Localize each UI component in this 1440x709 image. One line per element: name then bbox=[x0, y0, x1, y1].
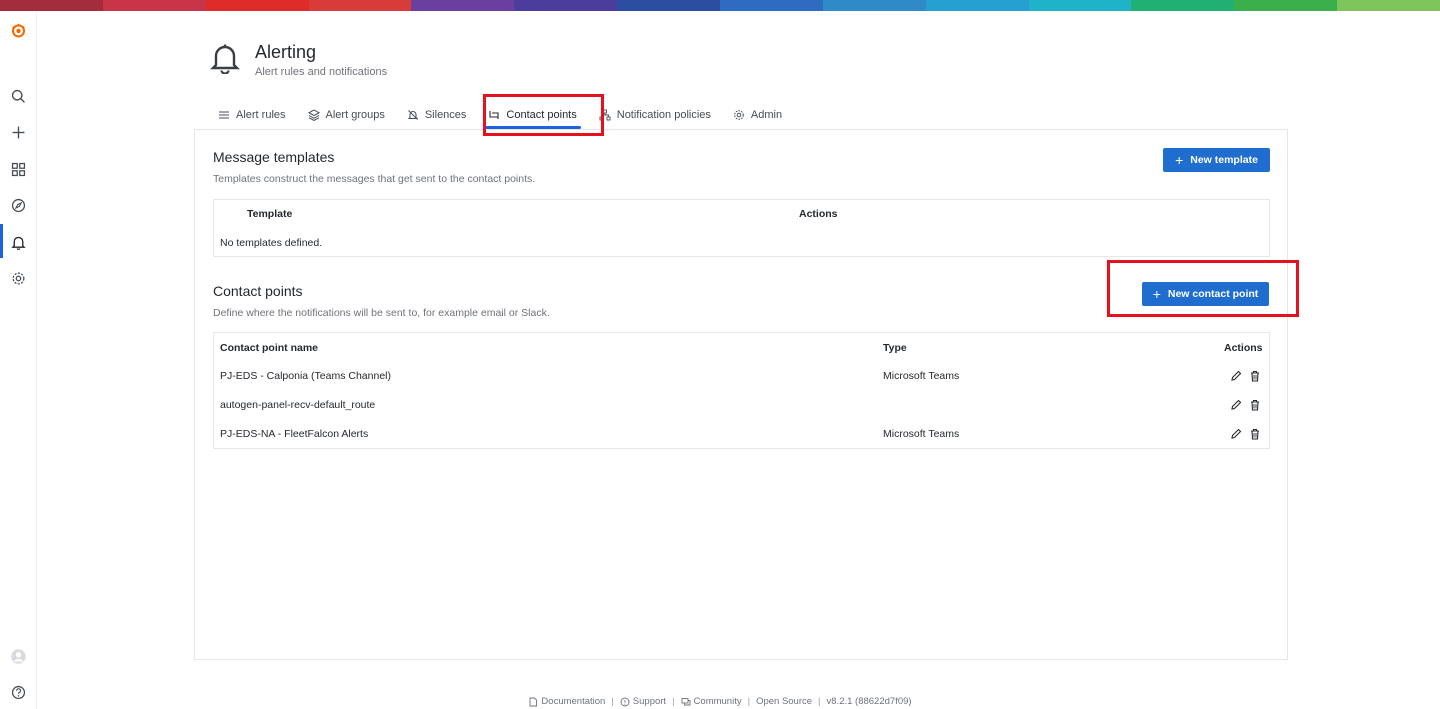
column-header-contact-point-name: Contact point name bbox=[220, 342, 319, 354]
list-icon bbox=[219, 111, 229, 118]
plus-icon[interactable] bbox=[0, 120, 37, 144]
new-contact-point-label: New contact point bbox=[1167, 288, 1259, 300]
cog-icon bbox=[734, 109, 744, 120]
column-header-actions: Actions bbox=[799, 208, 838, 220]
top-color-segment bbox=[205, 0, 309, 11]
footer-separator: | bbox=[672, 696, 675, 707]
alerting-bell-icon bbox=[210, 44, 240, 74]
alerting-tabs: Alert rules Alert groups Silences Contac… bbox=[210, 100, 796, 129]
edit-pencil-icon[interactable] bbox=[1230, 370, 1242, 382]
contact-icon bbox=[489, 110, 499, 119]
contact-points-panel: Message templates Templates construct th… bbox=[194, 129, 1288, 660]
contact-points-description: Define where the notifications will be s… bbox=[213, 307, 550, 319]
top-color-segment bbox=[1337, 0, 1440, 11]
tab-contact-points[interactable]: Contact points bbox=[480, 100, 584, 129]
templates-table: Template Actions No templates defined. bbox=[213, 199, 1270, 257]
alerting-bell-icon[interactable] bbox=[0, 230, 37, 254]
column-header-actions: Actions bbox=[1224, 342, 1263, 354]
side-menu bbox=[0, 11, 37, 709]
contact-points-table: Contact point name Type Actions PJ-EDS -… bbox=[213, 332, 1270, 449]
top-color-segment bbox=[617, 0, 721, 11]
top-color-bar bbox=[0, 0, 1440, 11]
new-contact-point-button[interactable]: + New contact point bbox=[1142, 282, 1269, 306]
footer-community-link[interactable]: Community bbox=[681, 696, 742, 707]
contact-point-name: PJ-EDS - Calponia (Teams Channel) bbox=[220, 370, 391, 382]
plus-icon: + bbox=[1152, 286, 1161, 302]
footer-support-link[interactable]: Support bbox=[620, 696, 666, 707]
dashboards-icon[interactable] bbox=[0, 157, 37, 181]
footer-documentation-link[interactable]: Documentation bbox=[528, 696, 605, 707]
top-color-segment bbox=[514, 0, 618, 11]
document-icon bbox=[529, 697, 538, 706]
page-title: Alerting bbox=[255, 42, 317, 62]
footer-community-label: Community bbox=[693, 696, 742, 707]
top-color-segment bbox=[0, 0, 103, 11]
top-color-segment bbox=[822, 0, 926, 11]
top-color-segment bbox=[720, 0, 823, 11]
contact-point-name: PJ-EDS-NA - FleetFalcon Alerts bbox=[220, 428, 369, 440]
tab-label: Alert rules bbox=[236, 108, 286, 121]
new-template-label: New template bbox=[1190, 154, 1258, 166]
top-color-segment bbox=[1028, 0, 1132, 11]
tab-label: Silences bbox=[424, 108, 467, 121]
footer-documentation-label: Documentation bbox=[541, 696, 606, 707]
top-color-segment bbox=[308, 0, 412, 11]
contact-points-title: Contact points bbox=[213, 283, 303, 299]
gear-icon[interactable] bbox=[0, 266, 37, 290]
tab-label: Admin bbox=[750, 108, 783, 121]
footer-version-label: v8.2.1 (88622d7f09) bbox=[826, 696, 912, 707]
footer-separator: | bbox=[818, 696, 821, 707]
delete-trash-icon[interactable] bbox=[1249, 428, 1261, 440]
footer: Documentation | Support | Community | Op… bbox=[0, 696, 1440, 707]
tab-silences[interactable]: Silences bbox=[399, 100, 475, 129]
sitemap-icon bbox=[599, 109, 611, 120]
tab-admin[interactable]: Admin bbox=[725, 100, 790, 129]
grafana-logo-icon[interactable] bbox=[0, 18, 37, 42]
footer-separator: | bbox=[611, 696, 614, 707]
user-avatar-icon[interactable] bbox=[0, 644, 37, 668]
top-color-segment bbox=[102, 0, 206, 11]
search-icon[interactable] bbox=[0, 84, 37, 108]
edit-pencil-icon[interactable] bbox=[1230, 428, 1242, 440]
top-color-segment bbox=[1234, 0, 1338, 11]
top-color-segment bbox=[1131, 0, 1235, 11]
comments-icon bbox=[681, 697, 690, 705]
footer-version: v8.2.1 (88622d7f09) bbox=[827, 696, 912, 707]
contact-point-type: Microsoft Teams bbox=[883, 370, 960, 382]
message-templates-description: Templates construct the messages that ge… bbox=[213, 173, 536, 185]
delete-trash-icon[interactable] bbox=[1249, 370, 1261, 382]
top-color-segment bbox=[411, 0, 515, 11]
footer-open-source-label: Open Source bbox=[756, 696, 813, 707]
column-header-template: Template bbox=[247, 208, 293, 220]
tab-label: Notification policies bbox=[616, 108, 711, 121]
footer-open-source-link[interactable]: Open Source bbox=[756, 696, 812, 707]
tab-alert-groups[interactable]: Alert groups bbox=[300, 100, 393, 129]
column-header-type: Type bbox=[883, 342, 907, 354]
tab-alert-rules[interactable]: Alert rules bbox=[210, 100, 294, 129]
plus-icon: + bbox=[1175, 152, 1184, 168]
tab-notification-policies[interactable]: Notification policies bbox=[591, 100, 719, 129]
contact-point-name: autogen-panel-recv-default_route bbox=[220, 399, 376, 411]
question-circle-icon bbox=[620, 697, 630, 706]
footer-support-label: Support bbox=[632, 696, 667, 707]
tab-label: Contact points bbox=[506, 108, 577, 121]
templates-empty-state: No templates defined. bbox=[220, 237, 323, 249]
contact-point-type: Microsoft Teams bbox=[883, 428, 960, 440]
edit-pencil-icon[interactable] bbox=[1230, 399, 1242, 411]
explore-icon[interactable] bbox=[0, 193, 37, 217]
top-color-segment bbox=[925, 0, 1029, 11]
tab-label: Alert groups bbox=[325, 108, 385, 121]
layers-icon bbox=[307, 108, 320, 121]
message-templates-title: Message templates bbox=[213, 149, 335, 165]
bell-slash-icon bbox=[407, 109, 419, 120]
delete-trash-icon[interactable] bbox=[1249, 399, 1261, 411]
new-template-button[interactable]: + New template bbox=[1163, 148, 1270, 172]
footer-separator: | bbox=[747, 696, 751, 707]
page-subtitle: Alert rules and notifications bbox=[255, 66, 388, 78]
page-header: Alerting Alert rules and notifications bbox=[210, 40, 710, 88]
